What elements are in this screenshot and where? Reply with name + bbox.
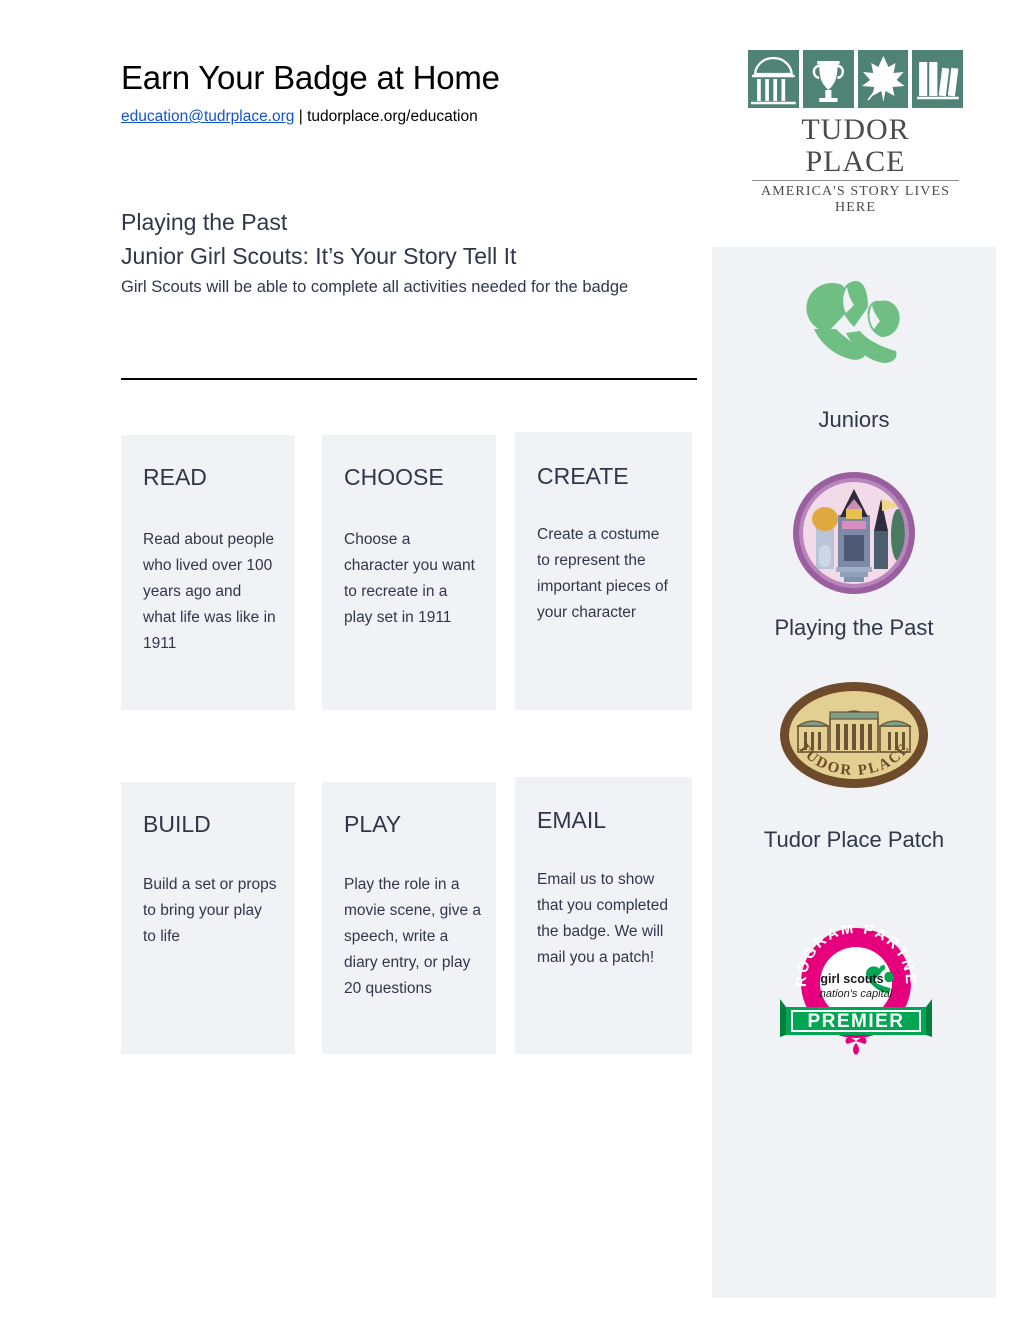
activity-title: PLAY [344,811,402,837]
activity-title: CREATE [537,463,629,489]
activity-card-email: EMAIL Email us to show that you complete… [515,777,692,1054]
document-header: Earn Your Badge at Home education@tudrpl… [0,0,1020,215]
tudor-place-patch-label: Tudor Place Patch [763,827,945,852]
girl-scouts-trefoil-icon [712,271,996,399]
intro-block: Playing the Past Junior Girl Scouts: It’… [121,205,711,300]
logo-icon-tiles [748,50,963,108]
urn-icon [802,50,854,108]
svg-text:PREMIER: PREMIER [807,1011,904,1032]
rotunda-icon [748,50,799,108]
contact-line: education@tudrplace.org | tudorplace.org… [121,106,478,128]
badges-sidebar: Juniors Playing the Past TUDOR PLACE Tud… [712,247,996,1298]
juniors-label: Juniors [818,407,890,432]
activity-card-play: PLAY Play the role in a movie scene, giv… [322,782,496,1054]
activity-body: Build a set or props to bring your play … [143,876,277,945]
activity-title: EMAIL [537,807,607,833]
logo-wordmark: TUDOR PLACE [801,113,910,178]
logo-divider [752,180,959,181]
program-title: Playing the Past [121,209,288,235]
leaf-icon [857,50,909,108]
books-icon [912,50,963,108]
activity-card-create: CREATE Create a costume to represent the… [515,432,692,710]
program-partner-premier-badge-icon: PROGRAM PARTNER girl scouts nation's cap… [773,912,932,1055]
intro-description: Girl Scouts will be able to complete all… [121,278,629,296]
activity-title: BUILD [143,811,211,837]
contact-separator: | [294,108,308,125]
playing-the-past-badge-icon [790,469,918,597]
activity-card-choose: CHOOSE Choose a character you want to re… [322,435,496,710]
tudor-place-logo: TUDOR PLACE AMERICA'S STORY LIVES HERE [748,50,963,215]
activity-body: Read about people who lived over 100 yea… [143,531,276,652]
svg-text:nation's capital: nation's capital [820,988,893,1000]
logo-tagline: AMERICA'S STORY LIVES HERE [761,184,950,215]
playing-the-past-label: Playing the Past [774,615,934,640]
section-divider [121,378,697,380]
activity-card-read: READ Read about people who lived over 10… [121,435,295,710]
activity-body: Play the role in a movie scene, give a s… [344,876,481,997]
activity-card-build: BUILD Build a set or props to bring your… [121,782,295,1054]
website-text: tudorplace.org/education [307,108,478,125]
svg-text:girl scouts: girl scouts [820,972,883,986]
activity-body: Email us to show that you completed the … [537,871,668,966]
email-link[interactable]: education@tudrplace.org [121,108,294,125]
audience-title: Junior Girl Scouts: It’s Your Story Tell… [121,243,517,269]
activity-body: Choose a character you want to recreate … [344,531,475,626]
activity-title: CHOOSE [344,464,444,490]
activity-title: READ [143,464,207,490]
activity-body: Create a costume to represent the import… [537,526,668,621]
page-title: Earn Your Badge at Home [121,59,500,96]
tudor-place-patch-icon: TUDOR PLACE [778,680,930,790]
